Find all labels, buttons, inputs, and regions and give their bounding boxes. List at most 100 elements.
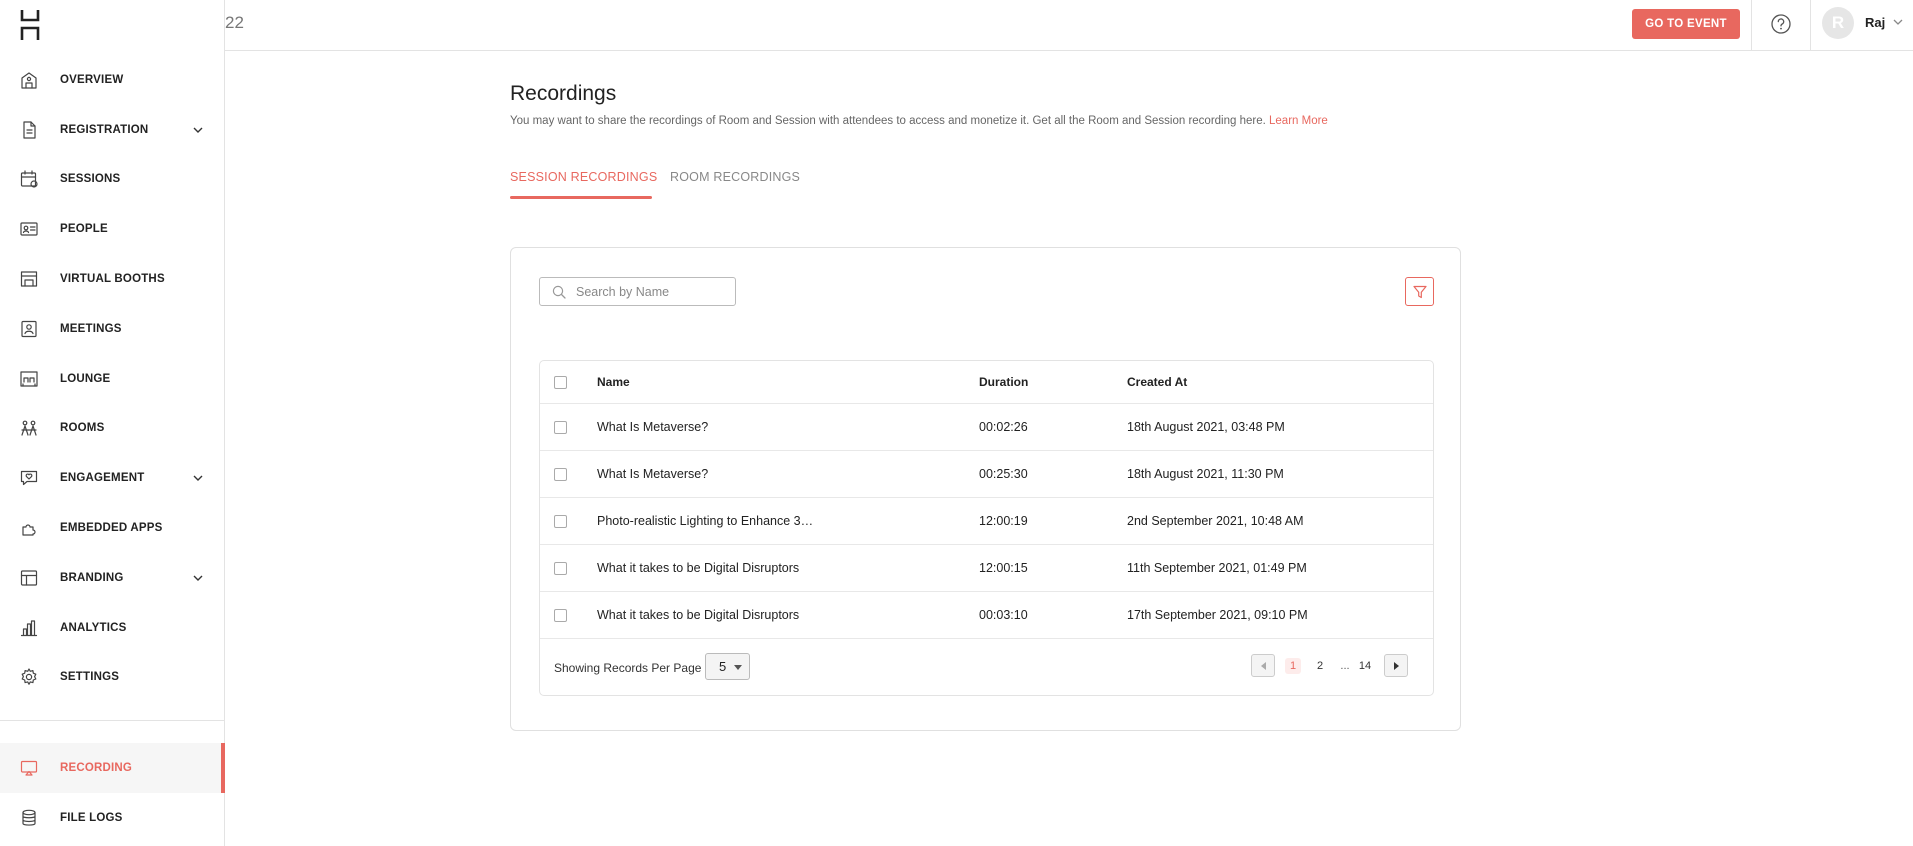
sidebar-item-sessions[interactable]: SESSIONS	[0, 155, 224, 205]
document-icon	[23, 121, 36, 139]
help-icon[interactable]	[1770, 13, 1792, 35]
active-tab-indicator	[510, 196, 652, 199]
page-1[interactable]: 1	[1285, 658, 1301, 674]
table-row[interactable]: What it takes to be Digital Disruptors 12…	[540, 545, 1433, 592]
sidebar-item-lounge[interactable]: LOUNGE	[0, 354, 224, 404]
layout-icon	[20, 570, 38, 586]
filter-icon	[1412, 285, 1427, 298]
sidebar-item-label: ENGAGEMENT	[60, 472, 145, 485]
sidebar: OVERVIEW REGISTRATION SESSIONS PEOPLE VIRTUA…	[0, 0, 225, 846]
recordings-card: Name Duration Created At What Is Metaver…	[510, 247, 1461, 731]
page-title: Recordings	[510, 82, 617, 105]
caret-left-icon	[1261, 662, 1266, 670]
filter-button[interactable]	[1405, 277, 1434, 306]
sidebar-item-embedded-apps[interactable]: EMBEDDED APPS	[0, 503, 224, 553]
per-page-select[interactable]: 5	[705, 653, 750, 680]
column-header-duration[interactable]: Duration	[979, 375, 1028, 389]
sidebar-item-label: MEETINGS	[60, 322, 122, 335]
sidebar-nav-bottom: RECORDING FILE LOGS	[0, 743, 225, 843]
row-checkbox[interactable]	[554, 609, 567, 622]
go-to-event-button[interactable]: GO TO EVENT	[1632, 9, 1740, 39]
sidebar-nav: OVERVIEW REGISTRATION SESSIONS PEOPLE VIRTUA…	[0, 55, 224, 702]
recording-name[interactable]: What it takes to be Digital Disruptors	[597, 561, 799, 575]
sidebar-item-recording[interactable]: RECORDING	[0, 743, 225, 793]
recordings-table: Name Duration Created At What Is Metaver…	[539, 360, 1434, 696]
username[interactable]: Raj	[1865, 15, 1885, 30]
table-row[interactable]: Photo-realistic Lighting to Enhance 3… 12…	[540, 498, 1433, 545]
page-14[interactable]: 14	[1357, 658, 1373, 674]
database-icon	[22, 809, 36, 826]
sidebar-item-label: SETTINGS	[60, 671, 120, 684]
sidebar-item-settings[interactable]: SETTINGS	[0, 653, 224, 703]
table-row[interactable]: What Is Metaverse? 00:02:26 18th August 20…	[540, 404, 1433, 451]
event-number: 22	[225, 13, 244, 32]
column-header-created-at[interactable]: Created At	[1127, 375, 1187, 389]
avatar[interactable]: R	[1822, 7, 1854, 39]
sidebar-item-label: SESSIONS	[60, 173, 121, 186]
select-all-checkbox[interactable]	[554, 376, 567, 389]
sidebar-divider	[0, 720, 224, 721]
sidebar-item-label: FILE LOGS	[60, 811, 123, 824]
search-icon	[552, 285, 566, 299]
recording-name[interactable]: What Is Metaverse?	[597, 420, 708, 434]
chat-heart-icon	[20, 471, 38, 486]
sidebar-item-label: LOUNGE	[60, 372, 111, 385]
page-2[interactable]: 2	[1312, 658, 1328, 674]
sidebar-item-label: REGISTRATION	[60, 123, 149, 136]
row-checkbox[interactable]	[554, 515, 567, 528]
screen-cast-icon	[20, 760, 38, 776]
recording-duration: 00:02:26	[979, 420, 1028, 434]
sidebar-item-registration[interactable]: REGISTRATION	[0, 105, 224, 155]
caret-down-icon	[734, 665, 742, 670]
building-icon	[21, 72, 37, 89]
recording-duration: 12:00:19	[979, 514, 1028, 528]
tab-session-recordings[interactable]: SESSION RECORDINGS	[510, 170, 657, 184]
sidebar-item-file-logs[interactable]: FILE LOGS	[0, 793, 224, 843]
recording-created-at: 17th September 2021, 09:10 PM	[1127, 608, 1308, 622]
column-header-name[interactable]: Name	[597, 375, 630, 389]
sidebar-item-meetings[interactable]: MEETINGS	[0, 304, 224, 354]
chevron-down-icon[interactable]	[1893, 17, 1903, 27]
table-row[interactable]: What Is Metaverse? 00:25:30 18th August 20…	[540, 451, 1433, 498]
sidebar-item-label: RECORDING	[60, 761, 133, 774]
sidebar-item-label: BRANDING	[60, 571, 124, 584]
page-ellipsis: ...	[1340, 660, 1350, 672]
topbar-divider	[1810, 0, 1811, 51]
previous-page-button[interactable]	[1251, 654, 1275, 677]
row-checkbox[interactable]	[554, 468, 567, 481]
puzzle-icon	[22, 524, 36, 536]
logo-icon[interactable]	[20, 10, 40, 40]
sidebar-item-label: OVERVIEW	[60, 73, 124, 86]
page-description: You may want to share the recordings of …	[510, 115, 1328, 127]
table-footer: Showing Records Per Page 5 1 2 ... 14	[540, 639, 1433, 695]
recording-duration: 12:00:15	[979, 561, 1028, 575]
chevron-down-icon	[193, 475, 203, 482]
search-input[interactable]	[576, 283, 726, 301]
recording-name[interactable]: What Is Metaverse?	[597, 467, 708, 481]
recording-name[interactable]: What it takes to be Digital Disruptors	[597, 608, 799, 622]
row-checkbox[interactable]	[554, 562, 567, 575]
sidebar-item-label: ANALYTICS	[60, 621, 127, 634]
next-page-button[interactable]	[1384, 654, 1408, 677]
sidebar-item-overview[interactable]: OVERVIEW	[0, 55, 224, 105]
search-box	[539, 277, 736, 306]
caret-right-icon	[1394, 662, 1399, 670]
table-row[interactable]: What it takes to be Digital Disruptors 00…	[540, 592, 1433, 639]
page-description-text: You may want to share the recordings of …	[510, 115, 1266, 127]
lounge-icon	[20, 371, 38, 387]
learn-more-link[interactable]: Learn More	[1269, 115, 1328, 127]
recording-name[interactable]: Photo-realistic Lighting to Enhance 3…	[597, 514, 813, 528]
recording-created-at: 11th September 2021, 01:49 PM	[1127, 561, 1307, 575]
sidebar-item-branding[interactable]: BRANDING	[0, 553, 224, 603]
row-checkbox[interactable]	[554, 421, 567, 434]
sidebar-item-virtual-booths[interactable]: VIRTUAL BOOTHS	[0, 254, 224, 304]
sidebar-item-analytics[interactable]: ANALYTICS	[0, 603, 224, 653]
chevron-down-icon	[193, 575, 203, 581]
sidebar-item-engagement[interactable]: ENGAGEMENT	[0, 453, 224, 503]
recording-created-at: 2nd September 2021, 10:48 AM	[1127, 514, 1304, 528]
meeting-icon	[21, 320, 37, 337]
gear-icon	[21, 668, 37, 686]
sidebar-item-rooms[interactable]: ROOMS	[0, 404, 224, 454]
tab-room-recordings[interactable]: ROOM RECORDINGS	[670, 170, 800, 184]
sidebar-item-people[interactable]: PEOPLE	[0, 204, 224, 254]
